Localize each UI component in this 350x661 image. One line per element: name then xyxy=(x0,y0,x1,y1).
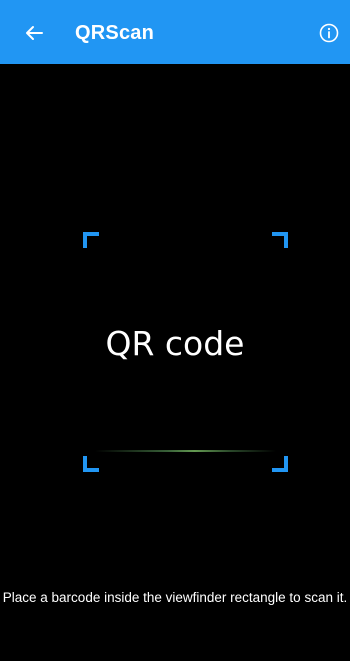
scanner-screen: QRScan QR code Place a barcode inside th… xyxy=(0,0,350,661)
info-circle-icon xyxy=(319,23,339,43)
scan-hint-text: Place a barcode inside the viewfinder re… xyxy=(2,590,348,605)
scan-laser-line xyxy=(95,450,276,452)
app-bar: QRScan xyxy=(0,0,350,64)
qr-code-placeholder-label: QR code xyxy=(105,324,245,363)
viewfinder-corner-bottom-left xyxy=(83,456,99,472)
info-button[interactable] xyxy=(312,16,346,50)
viewfinder-corner-bottom-right xyxy=(272,456,288,472)
back-button[interactable] xyxy=(16,16,52,50)
arrow-left-icon xyxy=(26,26,43,40)
page-title: QRScan xyxy=(75,22,155,44)
viewfinder-corner-top-left xyxy=(83,232,99,248)
viewfinder-corner-top-right xyxy=(272,232,288,248)
